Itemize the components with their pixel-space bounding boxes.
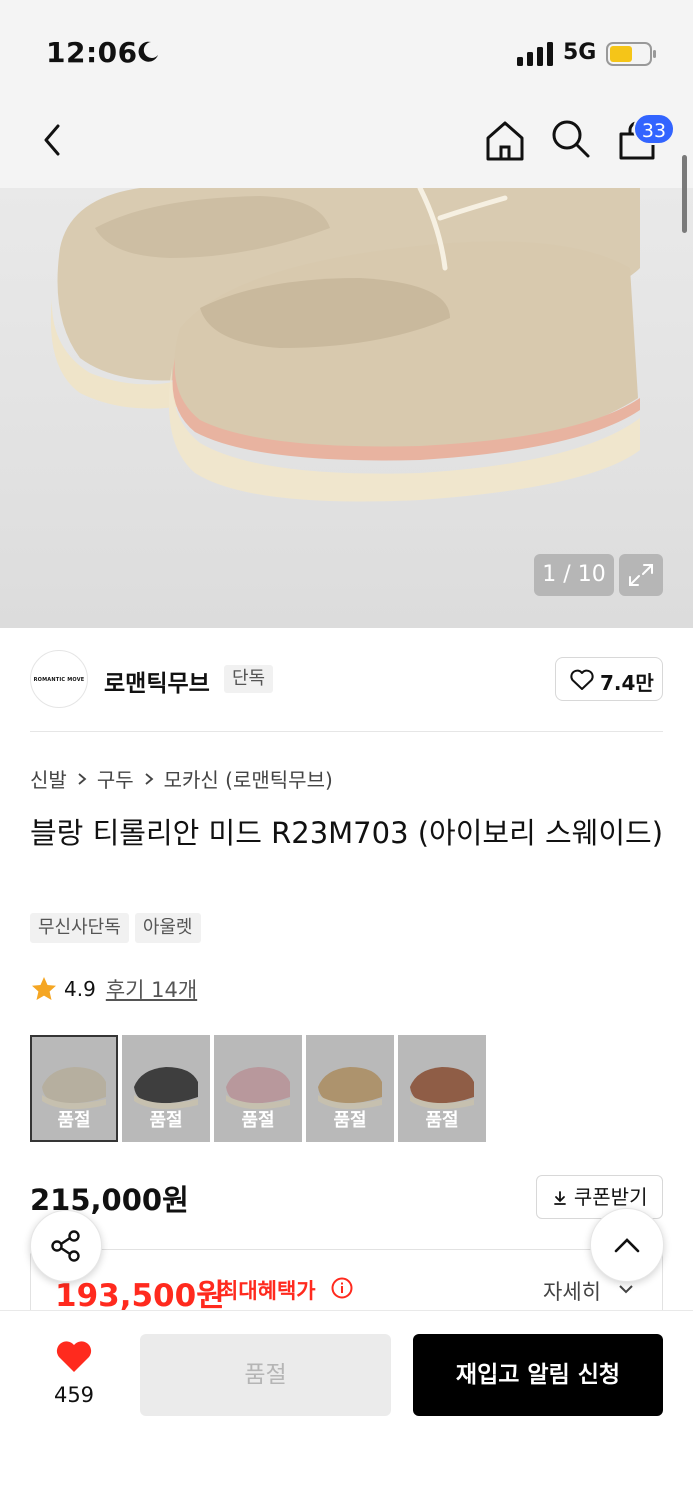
color-option[interactable]: 품절 <box>122 1035 210 1142</box>
product-title: 블랑 티롤리안 미드 R23M703 (아이보리 스웨이드) <box>30 816 664 850</box>
scrollbar[interactable] <box>682 155 687 233</box>
restock-alert-button[interactable]: 재입고 알림 신청 <box>413 1334 663 1416</box>
soldout-label: 품절 <box>241 1110 275 1131</box>
battery-icon <box>606 42 656 66</box>
product-image-gallery[interactable]: 1 / 10 <box>0 188 693 628</box>
heart-outline-icon <box>570 669 594 690</box>
benefit-box[interactable]: 193,500원 최대혜택가 자세히 <box>30 1249 663 1319</box>
detail-link[interactable]: 자세히 <box>543 1276 601 1306</box>
breadcrumb-item[interactable]: 신발 <box>30 764 67 793</box>
bottom-action-bar: 459 품절 재입고 알림 신청 <box>0 1310 693 1500</box>
color-option[interactable]: 품절 <box>306 1035 394 1142</box>
brand-like-button[interactable]: 7.4만 <box>555 657 663 701</box>
review-link[interactable]: 후기 14개 <box>106 974 197 1004</box>
soldout-label: 품절 <box>149 1110 183 1131</box>
product-tag: 무신사단독 <box>30 913 129 943</box>
scroll-to-top-button[interactable] <box>590 1208 664 1282</box>
network-label: 5G <box>563 40 597 65</box>
breadcrumb: 신발 구두 모카신 (로맨틱무브) <box>30 764 333 793</box>
moon-icon <box>138 41 158 62</box>
coupon-label: 쿠폰받기 <box>573 1185 648 1209</box>
color-options: 품절 품절 품절 품절 품절 <box>30 1035 486 1142</box>
expand-icon <box>629 564 653 586</box>
rating-score: 4.9 <box>64 977 96 1001</box>
exclusive-chip: 단독 <box>224 665 274 693</box>
like-count: 459 <box>53 1383 95 1407</box>
info-icon[interactable] <box>331 1277 353 1299</box>
chevron-down-icon <box>619 1285 633 1294</box>
status-time: 12:06 <box>46 36 138 69</box>
share-button[interactable] <box>30 1210 102 1282</box>
breadcrumb-item[interactable]: 모카신 (로맨틱무브) <box>164 764 333 793</box>
home-icon[interactable] <box>482 118 528 164</box>
rating: 4.9 후기 14개 <box>30 974 197 1004</box>
share-icon <box>51 1230 80 1262</box>
top-bar: 12:06 5G 33 <box>0 0 693 188</box>
max-benefit-label: 최대혜택가 <box>219 1279 316 1303</box>
soldout-label: 품절 <box>333 1110 367 1131</box>
brand-logo[interactable]: ROMANTIC MOVE <box>30 650 88 708</box>
divider <box>30 731 663 732</box>
brand-like-count: 7.4만 <box>600 671 654 695</box>
heart-filled-icon <box>56 1341 92 1372</box>
cart-count-badge: 33 <box>633 113 675 145</box>
soldout-label: 품절 <box>57 1110 91 1131</box>
signal-icon <box>517 42 553 66</box>
download-icon <box>553 1191 566 1205</box>
expand-button[interactable] <box>619 554 663 596</box>
product-tag: 아울렛 <box>134 913 201 943</box>
color-option[interactable]: 품절 <box>30 1035 118 1142</box>
chevron-right-icon <box>78 772 87 785</box>
star-icon <box>32 977 56 1000</box>
brand-name[interactable]: 로맨틱무브 <box>104 664 210 698</box>
soldout-label: 품절 <box>425 1110 459 1131</box>
product-tags: 무신사단독 아울렛 <box>30 913 201 943</box>
search-icon[interactable] <box>548 116 594 162</box>
soldout-button[interactable]: 품절 <box>140 1334 391 1416</box>
image-counter: 1 / 10 <box>534 554 614 596</box>
breadcrumb-item[interactable]: 구두 <box>97 764 134 793</box>
back-icon[interactable] <box>36 118 72 162</box>
color-option[interactable]: 품절 <box>398 1035 486 1142</box>
like-button[interactable]: 459 <box>42 1333 106 1409</box>
chevron-right-icon <box>145 772 154 785</box>
chevron-up-icon <box>614 1238 640 1253</box>
color-option[interactable]: 품절 <box>214 1035 302 1142</box>
